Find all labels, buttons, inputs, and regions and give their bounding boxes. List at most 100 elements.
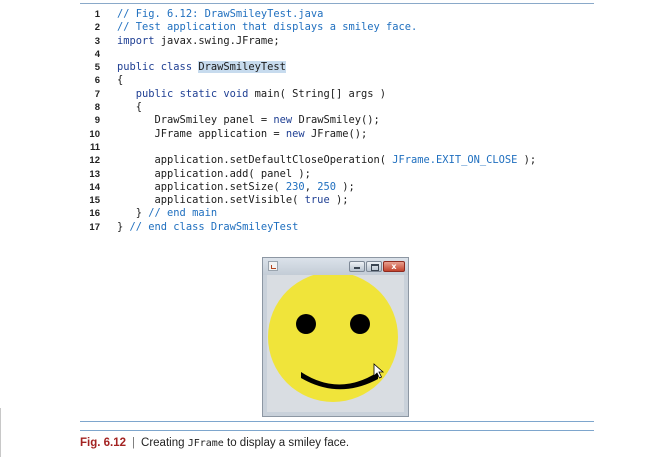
code-listing: 1 // Fig. 6.12: DrawSmileyTest.java 2 // Te… (84, 8, 594, 234)
code-text: import javax.swing.JFrame; (117, 35, 280, 48)
code-line: 12 application.setDefaultCloseOperation(… (84, 154, 594, 167)
smiley-face (268, 272, 398, 402)
caption-separator: | (132, 437, 136, 449)
line-number: 8 (94, 102, 100, 114)
code-text: public static void main( String[] args ) (117, 88, 386, 101)
code-text: application.setVisible( true ); (117, 194, 349, 207)
code-text: { (117, 74, 123, 87)
right-eye (350, 314, 370, 334)
line-number: 17 (89, 221, 100, 233)
smiley-window: x (262, 257, 409, 417)
code-comment: // end main (148, 207, 218, 220)
code-token: JFrame application = (117, 127, 286, 140)
maximize-button[interactable] (366, 261, 382, 272)
code-text: // Test application that displays a smil… (117, 21, 417, 34)
line-number: 16 (89, 208, 100, 220)
code-line: 11 (84, 141, 594, 154)
code-keyword: public class (117, 61, 199, 74)
code-line: 14 application.setSize( 230, 250 ); (84, 181, 594, 194)
code-token: 250 (317, 180, 336, 193)
code-text: { (117, 101, 142, 114)
code-line: 4 (84, 48, 594, 61)
code-line: 15 application.setVisible( true ); (84, 194, 594, 207)
code-keyword: new (273, 114, 293, 127)
code-token: main( String[] args ) (248, 87, 387, 100)
code-line: 10 JFrame application = new JFrame(); (84, 128, 594, 141)
code-token: ); (517, 154, 537, 167)
code-token: application.setSize( (117, 180, 286, 193)
code-keyword: true (304, 194, 330, 207)
caption-rule-bottom (80, 430, 594, 431)
code-text: } // end main (117, 207, 217, 220)
code-text: // Fig. 6.12: DrawSmileyTest.java (117, 8, 323, 21)
code-text: application.setSize( 230, 250 ); (117, 181, 355, 194)
code-keyword: new (285, 127, 305, 140)
code-text: application.setDefaultCloseOperation( JF… (117, 154, 537, 167)
code-token: application.setDefaultCloseOperation( (117, 154, 393, 167)
code-token: { (117, 101, 143, 114)
close-button[interactable]: x (383, 261, 405, 272)
code-token: DrawSmiley panel = (117, 114, 274, 127)
line-number: 9 (94, 115, 100, 127)
line-number: 5 (94, 62, 100, 74)
code-token: ); (329, 194, 349, 207)
code-text: DrawSmiley panel = new DrawSmiley(); (117, 114, 380, 127)
line-number: 15 (89, 195, 100, 207)
line-number: 10 (89, 128, 100, 140)
code-keyword: public static void (135, 87, 249, 100)
figure-caption: Fig. 6.12 | Creating JFrame to display a s… (80, 435, 349, 451)
code-text: JFrame application = new JFrame(); (117, 127, 368, 141)
caption-text-after: to display a smiley face. (223, 437, 350, 449)
line-number: 4 (94, 48, 100, 60)
code-line: 8 { (84, 101, 594, 114)
smiley-face-drawing (268, 272, 398, 402)
line-number: 6 (94, 75, 100, 87)
line-number: 14 (89, 181, 100, 193)
code-token: JFrame.EXIT_ON_CLOSE (392, 154, 518, 167)
code-comment: // Test application that displays a smil… (117, 21, 418, 34)
code-line: 1 // Fig. 6.12: DrawSmileyTest.java (84, 8, 594, 21)
code-comment: // Fig. 6.12: DrawSmileyTest.java (117, 8, 324, 20)
code-highlight: DrawSmileyTest (198, 61, 286, 74)
line-number: 2 (94, 22, 100, 34)
caption-rule-top (80, 421, 594, 422)
line-number: 3 (94, 35, 100, 47)
java-app-icon[interactable] (268, 261, 278, 271)
code-line: 16 } // end main (84, 207, 594, 220)
figure-label: Fig. 6.12 (80, 437, 127, 449)
left-eye (296, 314, 316, 334)
code-token: ); (335, 180, 355, 193)
caption-text-before: Creating (141, 437, 188, 449)
code-line: 9 DrawSmiley panel = new DrawSmiley(); (84, 114, 594, 127)
window-titlebar[interactable]: x (263, 258, 408, 275)
code-text: } // end class DrawSmileyTest (117, 221, 298, 234)
code-token: 230 (285, 180, 305, 193)
code-token: { (117, 74, 124, 87)
code-token: DrawSmiley(); (292, 114, 380, 127)
code-token: javax.swing.JFrame; (154, 34, 280, 47)
minimize-button[interactable] (349, 261, 365, 272)
smiley-panel (267, 272, 404, 412)
code-keyword: import (117, 34, 155, 47)
line-number: 11 (89, 141, 100, 153)
line-number: 7 (94, 88, 100, 100)
line-number: 13 (89, 168, 100, 180)
code-line: 7 public static void main( String[] args… (84, 88, 594, 101)
code-line: 6{ (84, 74, 594, 87)
code-line: 2 // Test application that displays a smi… (84, 21, 594, 34)
code-line: 13 application.add( panel ); (84, 168, 594, 181)
code-line: 5 public class DrawSmileyTest (84, 61, 594, 74)
code-token: application.setVisible( (117, 194, 305, 207)
code-line: 17} // end class DrawSmileyTest (84, 221, 594, 234)
code-token: JFrame(); (304, 127, 368, 140)
code-line: 3 import javax.swing.JFrame; (84, 35, 594, 48)
code-comment: // end class DrawSmileyTest (129, 220, 299, 233)
code-token: application.add( panel ); (117, 167, 311, 180)
code-token: } (117, 220, 130, 233)
line-number: 1 (94, 9, 100, 20)
code-text: public class DrawSmileyTest (117, 61, 286, 74)
top-rule (80, 3, 594, 4)
code-token: , (304, 180, 318, 193)
line-number: 12 (89, 155, 100, 167)
